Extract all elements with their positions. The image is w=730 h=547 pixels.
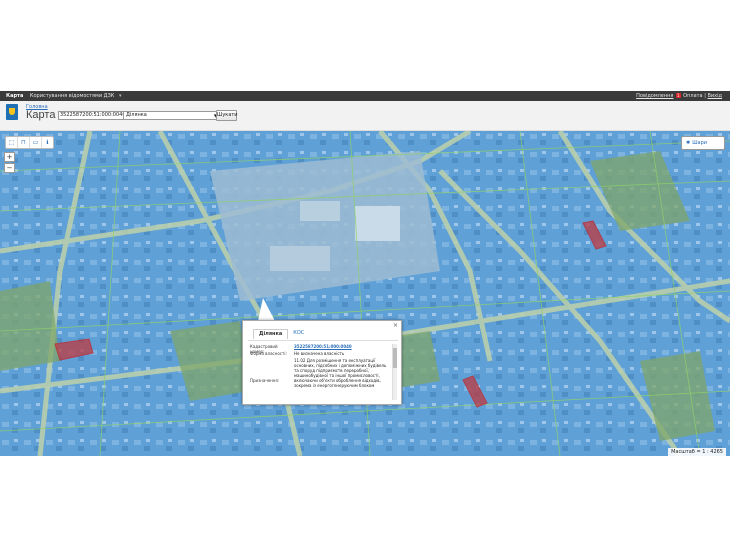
popup-body: Кадастровий номер: 3522587200:51:000:004… (248, 340, 398, 402)
search-type-value: Ділянка (126, 112, 147, 118)
messages-count-badge: 1 (676, 93, 681, 98)
measure-tool-icon[interactable]: ⊓ (18, 137, 30, 148)
search-button[interactable]: Шукати (216, 110, 238, 121)
messages-link[interactable]: Повідомлення (636, 93, 673, 99)
chevron-down-icon: ▾ (118, 93, 122, 99)
layers-label: Шари (692, 140, 708, 146)
zoom-in-button[interactable]: + (4, 152, 15, 162)
ownership-label: Форма власності: (250, 351, 287, 356)
popup-tabs: Ділянка КОС (253, 329, 309, 339)
payment-link[interactable]: Оплата (683, 93, 702, 99)
separator: | (704, 93, 706, 99)
ownership-value: Не визначена власність (294, 351, 345, 356)
aerial-map-image (0, 131, 730, 456)
zoom-control: + − (4, 152, 15, 174)
map-toolbar: ⬚ ⊓ ▭ ℹ (5, 136, 54, 149)
purpose-value: 11.02 Для розміщення та експлуатації осн… (294, 358, 387, 388)
zoom-out-button[interactable]: − (4, 163, 15, 173)
draw-tool-icon[interactable]: ▭ (30, 137, 42, 148)
info-tool-icon[interactable]: ℹ (42, 137, 53, 148)
popup-pointer (258, 298, 275, 321)
scale-indicator: Масштаб = 1 : 4265 (668, 448, 726, 456)
menu-dropdown[interactable]: Користування відомостями ДЗК (30, 93, 114, 99)
select-tool-icon[interactable]: ⬚ (6, 137, 18, 148)
coat-of-arms-logo (6, 104, 18, 120)
cadastral-search-input[interactable]: 3522587200:51:000:0040 (58, 111, 126, 120)
top-bar: Карта Користування відомостями ДЗК ▾ Пов… (0, 91, 730, 101)
brand-link[interactable]: Карта (6, 93, 23, 99)
logout-link[interactable]: Вихід (708, 93, 723, 99)
page-title: Карта (26, 109, 56, 121)
tab-parcel[interactable]: Ділянка (253, 329, 289, 339)
parcel-info-popup: × Ділянка КОС Кадастровий номер: 3522587… (242, 320, 402, 405)
scrollbar-thumb[interactable] (393, 348, 397, 368)
cadastral-number-link[interactable]: 3522587200:51:000:0040 (294, 344, 352, 349)
purpose-label: Призначення: (250, 378, 280, 383)
close-icon[interactable]: × (393, 322, 398, 329)
tab-kos[interactable]: КОС (288, 329, 309, 339)
popup-scrollbar[interactable] (392, 344, 397, 400)
search-type-select[interactable]: Ділянка ▼ (123, 111, 219, 120)
shield-icon (9, 108, 15, 115)
map-canvas[interactable] (0, 131, 730, 456)
gear-icon: ✱ (686, 140, 691, 146)
layers-button[interactable]: ✱ Шари (681, 136, 725, 150)
